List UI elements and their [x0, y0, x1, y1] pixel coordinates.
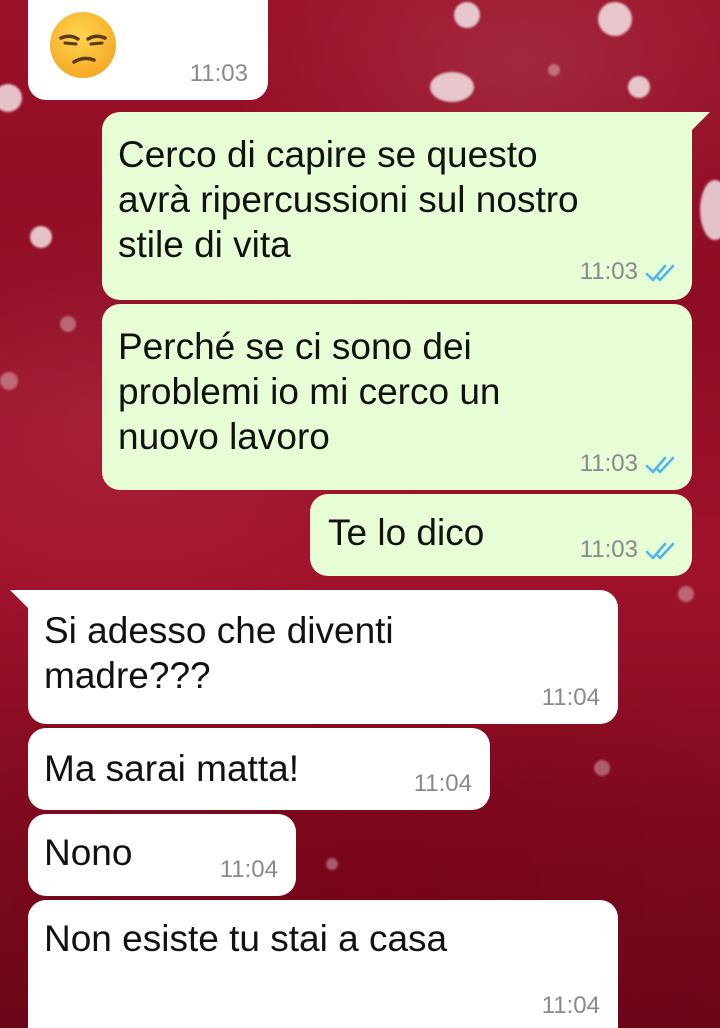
message-bubble-incoming[interactable]: Non esiste tu stai a casa 11:04 [28, 900, 618, 1028]
message-timestamp: 11:03 [579, 258, 638, 285]
message-timestamp: 11:03 [579, 536, 638, 563]
background-bokeh [700, 180, 720, 240]
background-bokeh [454, 2, 480, 28]
message-timestamp: 11:04 [413, 770, 472, 797]
background-bokeh [0, 372, 18, 390]
message-timestamp: 11:04 [219, 856, 278, 883]
read-receipt-icon [645, 264, 675, 282]
background-bokeh [326, 858, 338, 870]
message-text: Te lo dico [328, 512, 485, 553]
message-text: Non esiste tu stai a casa [44, 918, 448, 959]
unamused-face-icon [50, 12, 116, 78]
message-bubble-incoming[interactable]: Nono 11:04 [28, 814, 296, 896]
message-bubble-incoming[interactable]: 11:03 [28, 0, 268, 100]
message-bubble-outgoing[interactable]: Cerco di capire se questo avrà ripercuss… [102, 112, 710, 300]
message-text: Nono [44, 832, 133, 873]
background-bokeh [430, 72, 474, 102]
read-receipt-icon [645, 456, 675, 474]
message-timestamp: 11:04 [541, 684, 600, 711]
message-bubble-incoming[interactable]: Si adesso che diventi madre??? 11:04 [10, 590, 618, 724]
message-timestamp: 11:03 [189, 60, 248, 87]
message-bubble-outgoing[interactable]: Te lo dico 11:03 [310, 494, 692, 576]
background-bokeh [0, 84, 22, 112]
background-bokeh [678, 586, 694, 602]
message-text: Cerco di capire se questo avrà ripercuss… [118, 134, 579, 265]
bubble-tail [688, 112, 710, 134]
background-bokeh [598, 2, 632, 36]
message-bubble-outgoing[interactable]: Perché se ci sono dei problemi io mi cer… [102, 304, 692, 490]
read-receipt-icon [645, 542, 675, 560]
message-bubble-incoming[interactable]: Ma sarai matta! 11:04 [28, 728, 490, 810]
background-bokeh [548, 64, 560, 76]
message-text: Perché se ci sono dei problemi io mi cer… [118, 326, 501, 457]
message-text: Si adesso che diventi madre??? [44, 610, 394, 696]
message-timestamp: 11:03 [579, 450, 638, 477]
background-bokeh [30, 226, 52, 248]
message-text: Ma sarai matta! [44, 748, 299, 789]
bubble-tail [10, 590, 32, 612]
message-timestamp: 11:04 [541, 992, 600, 1019]
background-bokeh [628, 76, 650, 98]
background-bokeh [60, 316, 76, 332]
background-bokeh [594, 760, 610, 776]
